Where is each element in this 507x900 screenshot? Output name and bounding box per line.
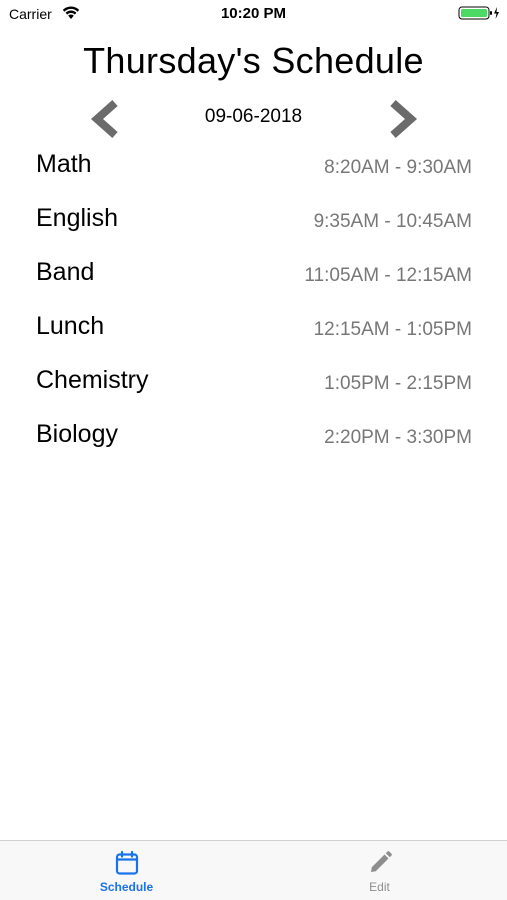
time-range-label: 9:35AM - 10:45AM xyxy=(313,211,472,232)
list-item: Chemistry 1:05PM - 2:15PM xyxy=(0,362,507,416)
subject-label: English xyxy=(36,204,118,232)
time-range-label: 2:20PM - 3:30PM xyxy=(324,427,472,448)
subject-label: Lunch xyxy=(36,312,105,340)
date-label: 09-06-2018 xyxy=(204,106,303,127)
tab-edit-label: Edit xyxy=(369,880,390,894)
status-time: 10:20 PM xyxy=(220,5,287,22)
subject-label: Biology xyxy=(36,420,118,448)
tab-bar: Schedule Edit xyxy=(0,840,507,900)
next-day-button[interactable] xyxy=(385,98,421,140)
subject-label: Math xyxy=(36,150,92,178)
subject-label: Chemistry xyxy=(36,366,149,394)
time-range-label: 11:05AM - 12:15AM xyxy=(304,265,472,286)
page-title: Thursday's Schedule xyxy=(83,40,424,81)
status-bar: Carrier 10:20 PM xyxy=(0,0,507,28)
subject-label: Band xyxy=(36,258,95,286)
tab-schedule-label: Schedule xyxy=(99,880,154,894)
schedule-list: Math 8:20AM - 9:30AM English 9:35AM - 10… xyxy=(0,146,507,470)
time-range-label: 8:20AM - 9:30AM xyxy=(324,157,472,178)
chevron-right-icon xyxy=(390,100,418,138)
list-item: Band 11:05AM - 12:15AM xyxy=(0,254,507,308)
list-item: Math 8:20AM - 9:30AM xyxy=(0,146,507,200)
date-navigation: 09-06-2018 xyxy=(0,96,507,142)
time-range-label: 12:15AM - 1:05PM xyxy=(313,319,472,340)
battery-icon xyxy=(458,6,499,20)
list-item: English 9:35AM - 10:45AM xyxy=(0,200,507,254)
pencil-icon xyxy=(370,851,392,872)
time-range-label: 1:05PM - 2:15PM xyxy=(324,373,472,394)
tab-schedule[interactable]: Schedule xyxy=(0,841,253,900)
tab-edit[interactable]: Edit xyxy=(253,841,506,900)
list-item: Lunch 12:15AM - 1:05PM xyxy=(0,308,507,362)
list-item: Biology 2:20PM - 3:30PM xyxy=(0,416,507,470)
calendar-icon xyxy=(115,850,138,875)
